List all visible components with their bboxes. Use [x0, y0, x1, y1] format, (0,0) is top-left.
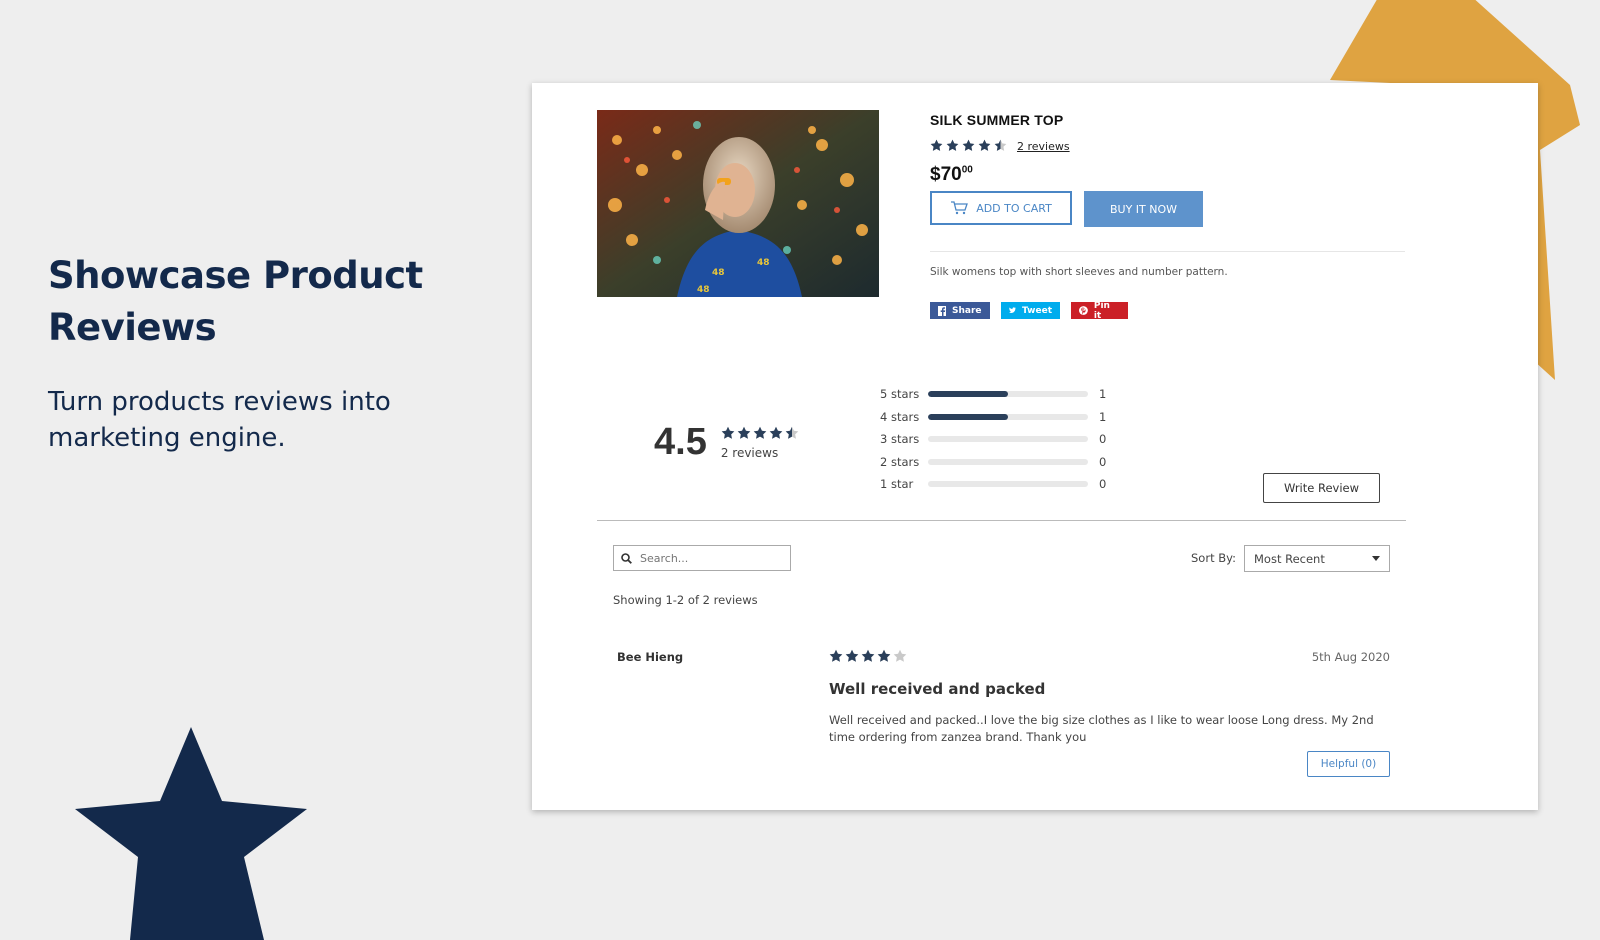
- sort-value: Most Recent: [1254, 551, 1325, 566]
- svg-text:48: 48: [757, 258, 770, 268]
- review-title: Well received and packed: [829, 680, 1046, 698]
- histogram-row: 4 stars 1: [880, 406, 1106, 429]
- showing-count: Showing 1-2 of 2 reviews: [613, 593, 758, 607]
- svg-text:48: 48: [697, 285, 710, 295]
- star-icon: [946, 139, 959, 151]
- sort-label: Sort By:: [1191, 551, 1236, 565]
- histogram-label: 1 star: [880, 477, 914, 492]
- summary-stars: [721, 425, 799, 444]
- review-author: Bee Hieng: [617, 650, 684, 664]
- histogram-count: 0: [1099, 432, 1107, 447]
- search-input[interactable]: [638, 550, 782, 566]
- star-icon: [877, 649, 891, 662]
- star-icon: [829, 649, 843, 662]
- hero-text: Showcase Product Reviews Turn products r…: [48, 250, 468, 456]
- star-icon: [753, 426, 767, 439]
- product-price: $7000: [930, 164, 973, 185]
- histogram-bar: [928, 436, 1088, 443]
- hero-title: Showcase Product Reviews: [48, 254, 423, 349]
- histogram-bar: [928, 481, 1088, 488]
- rating-summary: 4.5 2 reviews: [654, 421, 799, 464]
- star-icon: [861, 649, 875, 662]
- product-title: SILK SUMMER TOP: [930, 112, 1064, 128]
- product-description: Silk womens top with short sleeves and n…: [930, 266, 1228, 278]
- star-icon: [769, 426, 783, 439]
- navy-star-decoration: [75, 727, 307, 940]
- pinterest-share-button[interactable]: Pin it: [1071, 301, 1128, 321]
- star-icon: [978, 139, 991, 151]
- summary-review-count: 2 reviews: [720, 446, 779, 460]
- product-card: 48 48 48 SILK SUMMER TOP 2 reviews $7000 A…: [532, 83, 1538, 810]
- histogram-bar: [928, 391, 1088, 398]
- histogram-count: 0: [1099, 477, 1107, 492]
- helpful-button[interactable]: Helpful (0): [1307, 751, 1390, 777]
- review-body: Well received and packed..I love the big…: [829, 713, 1374, 744]
- star-icon: [737, 426, 751, 439]
- search-icon: [621, 552, 632, 564]
- facebook-icon: [938, 305, 946, 316]
- product-info: SILK SUMMER TOP 2 reviews $7000 ADD TO C…: [930, 110, 1405, 321]
- review-stars: [829, 648, 907, 667]
- sort-select[interactable]: Most Recent: [1244, 545, 1390, 572]
- star-icon: [962, 139, 975, 151]
- cart-icon: [951, 201, 969, 215]
- histogram-label: 4 stars: [880, 409, 920, 424]
- twitter-icon: [1009, 307, 1017, 313]
- add-to-cart-button[interactable]: ADD TO CART: [930, 191, 1072, 225]
- product-rating: 2 reviews: [930, 137, 1405, 156]
- star-icon: [785, 426, 799, 439]
- buy-now-button[interactable]: BUY IT NOW: [1084, 191, 1203, 227]
- histogram-row: 3 stars 0: [880, 428, 1106, 451]
- histogram-count: 0: [1099, 454, 1107, 469]
- histogram-row: 2 stars 0: [880, 451, 1106, 474]
- histogram-row: 1 star 0: [880, 473, 1106, 496]
- star-icon: [994, 139, 1007, 151]
- star-icon: [893, 649, 907, 662]
- divider: [930, 251, 1405, 252]
- star-icon: [845, 649, 859, 662]
- caret-down-icon: [1372, 556, 1380, 561]
- write-review-button[interactable]: Write Review: [1263, 473, 1380, 503]
- product-image[interactable]: 48 48 48: [597, 110, 879, 297]
- reviews-link[interactable]: 2 reviews: [1017, 140, 1070, 153]
- histogram-label: 5 stars: [880, 387, 920, 402]
- hero-subtitle: Turn products reviews into marketing eng…: [48, 387, 391, 453]
- histogram-count: 1: [1099, 409, 1107, 424]
- star-icon: [721, 426, 735, 439]
- histogram-label: 2 stars: [880, 454, 920, 469]
- rating-stars: [930, 137, 1007, 156]
- histogram-label: 3 stars: [880, 432, 920, 447]
- histogram-bar: [928, 458, 1088, 465]
- pinterest-icon: [1079, 306, 1088, 315]
- facebook-share-button[interactable]: Share: [930, 302, 990, 319]
- review-date: 5th Aug 2020: [1311, 650, 1390, 664]
- svg-text:48: 48: [712, 268, 725, 278]
- twitter-share-button[interactable]: Tweet: [1001, 302, 1060, 319]
- social-share: Share Tweet Pin it: [930, 301, 1405, 321]
- section-divider: [597, 520, 1406, 521]
- histogram-fill: [928, 413, 1008, 420]
- rating-histogram: 5 stars 1 4 stars 1 3 stars 0 2 stars 0 1 star 0: [880, 383, 1106, 496]
- star-icon: [930, 139, 943, 151]
- average-rating: 4.5: [654, 421, 707, 463]
- search-box[interactable]: [613, 545, 791, 571]
- histogram-row: 5 stars 1: [880, 383, 1106, 406]
- histogram-fill: [928, 391, 1008, 398]
- histogram-count: 1: [1099, 387, 1107, 402]
- histogram-bar: [928, 413, 1088, 420]
